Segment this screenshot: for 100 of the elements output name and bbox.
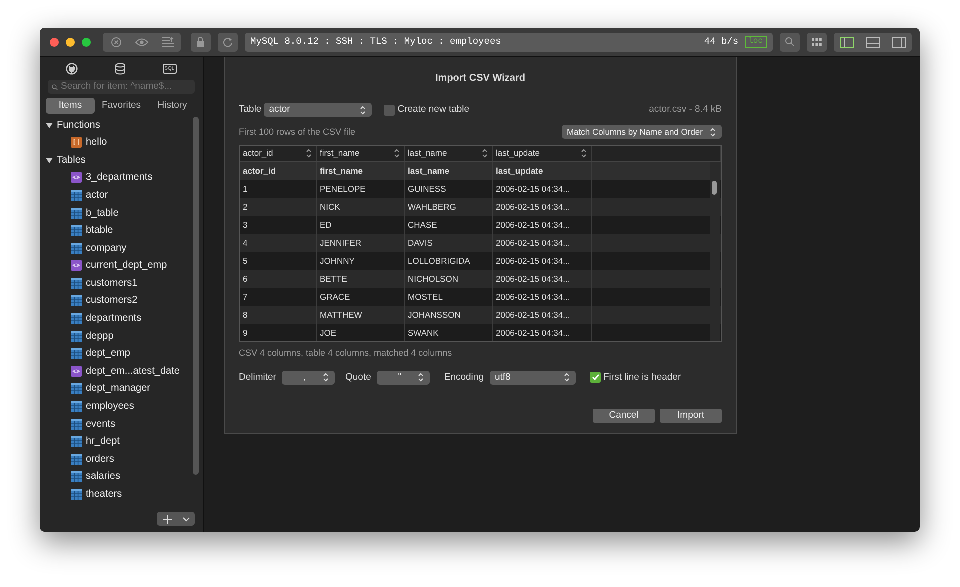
list-icon[interactable] (161, 37, 175, 47)
chevron-icon (305, 148, 313, 160)
table-cell: 4 (240, 234, 317, 252)
view-icon (71, 260, 82, 272)
table-icon (71, 295, 82, 306)
sidebar-tab[interactable]: Favorites (97, 98, 146, 114)
match-select[interactable]: Match Columns by Name and Order (562, 125, 722, 140)
column-select[interactable]: last_update (493, 146, 592, 162)
column-select[interactable]: first_name (317, 146, 405, 162)
tree-item-label[interactable]: hr_dept (86, 434, 120, 450)
panel-layout-icon[interactable] (866, 36, 880, 48)
checkbox[interactable] (384, 104, 396, 116)
tree-item-label[interactable]: dept_emp (86, 346, 130, 362)
table-cell: 2006-02-15 04:34... (493, 198, 592, 216)
refresh-button[interactable] (218, 32, 238, 52)
checkbox-label[interactable]: Create new table (398, 103, 470, 118)
scrollbar[interactable] (193, 117, 199, 475)
tree-item-label[interactable]: dept_em...atest_date (86, 364, 180, 379)
tree-item-label[interactable]: customers1 (86, 276, 138, 291)
chevron-icon (322, 372, 330, 384)
column-select[interactable]: actor_id (240, 146, 317, 162)
search-button[interactable] (780, 32, 800, 52)
tree-item-label[interactable]: employees (86, 399, 134, 414)
tree-item-label[interactable]: customers2 (86, 293, 138, 308)
scrollbar-thumb[interactable] (712, 181, 717, 196)
search-icon (785, 37, 795, 47)
import-button[interactable]: Import (660, 409, 722, 423)
table-icon (71, 383, 82, 394)
table-icon (71, 208, 82, 219)
chevron-icon (393, 148, 401, 160)
cancel-button[interactable]: Cancel (593, 409, 655, 423)
chevron-icon (580, 148, 588, 160)
column-header: first_name (317, 162, 405, 180)
checkbox-label[interactable]: First line is header (604, 370, 682, 385)
table-cell: 8 (240, 306, 317, 324)
table-icon (71, 225, 82, 236)
column-select[interactable]: last_name (405, 146, 493, 162)
add-button[interactable] (157, 512, 195, 526)
select-field[interactable]: " (377, 370, 430, 385)
grid-button[interactable] (807, 32, 827, 52)
table-cell: SWANK (405, 324, 493, 342)
tree-group-label[interactable]: Functions (57, 118, 100, 133)
table-icon (71, 278, 82, 289)
tree-item-label[interactable]: theaters (86, 487, 122, 502)
tree-item-label[interactable]: deppp (86, 328, 114, 344)
table-icon (71, 242, 82, 254)
database-icon[interactable] (114, 62, 126, 74)
panel-layout-icon[interactable] (892, 36, 906, 48)
chevron-icon (563, 372, 571, 384)
select-field[interactable]: , (282, 370, 336, 385)
speed-label: 44 b/s (704, 34, 739, 49)
checkbox[interactable] (590, 372, 601, 384)
table-select[interactable]: actor (264, 103, 372, 118)
tree-item-label[interactable]: hello (86, 135, 108, 150)
table-cell: 2006-02-15 04:34... (493, 306, 592, 324)
table-icon (71, 401, 82, 412)
tree-item-label[interactable]: current_dept_emp (86, 258, 168, 274)
tree-item-label[interactable]: dept_manager (86, 381, 150, 396)
caret-icon (182, 516, 190, 522)
table-cell: 6 (240, 270, 317, 288)
sidebar-tab[interactable]: History (148, 98, 197, 114)
panel-layout-icon[interactable] (840, 36, 854, 48)
close-icon[interactable] (110, 36, 122, 48)
tree-item-label[interactable]: b_table (86, 206, 119, 221)
tree-item-label[interactable]: 3_departments (86, 170, 153, 186)
field-label: Delimiter (239, 370, 276, 385)
tree-item-label[interactable]: actor (86, 188, 108, 203)
table-cell: NICHOLSON (405, 270, 493, 288)
tree-item-label[interactable]: events (86, 416, 116, 432)
lock-icon (196, 37, 205, 47)
view-icon (71, 172, 82, 184)
tree-item-label[interactable]: btable (86, 223, 114, 238)
select-field[interactable]: utf8 (490, 370, 576, 385)
search-icon (52, 82, 58, 92)
function-icon (71, 137, 82, 148)
disclosure-icon[interactable] (46, 156, 53, 164)
table-icon (71, 454, 82, 465)
preview-note: First 100 rows of the CSV file (239, 126, 356, 138)
table-icon (71, 330, 82, 342)
table-icon (71, 471, 82, 482)
table-cell: DAVIS (405, 234, 493, 252)
grid-icon (812, 38, 822, 46)
tree-item-label[interactable]: company (86, 240, 127, 256)
column-header: actor_id (240, 162, 317, 180)
eye-icon[interactable] (135, 38, 149, 46)
table-cell: NICK (317, 198, 405, 216)
tree-group-label[interactable]: Tables (57, 152, 86, 168)
plus-icon (162, 514, 172, 524)
table-cell: 2006-02-15 04:34... (493, 270, 592, 288)
search-field[interactable]: Search for item: ^name$... (48, 80, 195, 94)
disclosure-icon[interactable] (46, 122, 53, 129)
table-cell: WAHLBERG (405, 198, 493, 216)
tree-item-label[interactable]: orders (86, 452, 114, 467)
chevron-icon (709, 126, 717, 138)
plug-icon[interactable] (66, 62, 78, 74)
sidebar-tab[interactable]: Items (46, 98, 95, 114)
tree-item-label[interactable]: departments (86, 311, 142, 326)
lock-button[interactable] (190, 32, 210, 52)
tree-item-label[interactable]: salaries (86, 469, 120, 484)
column-header: last_name (405, 162, 493, 180)
